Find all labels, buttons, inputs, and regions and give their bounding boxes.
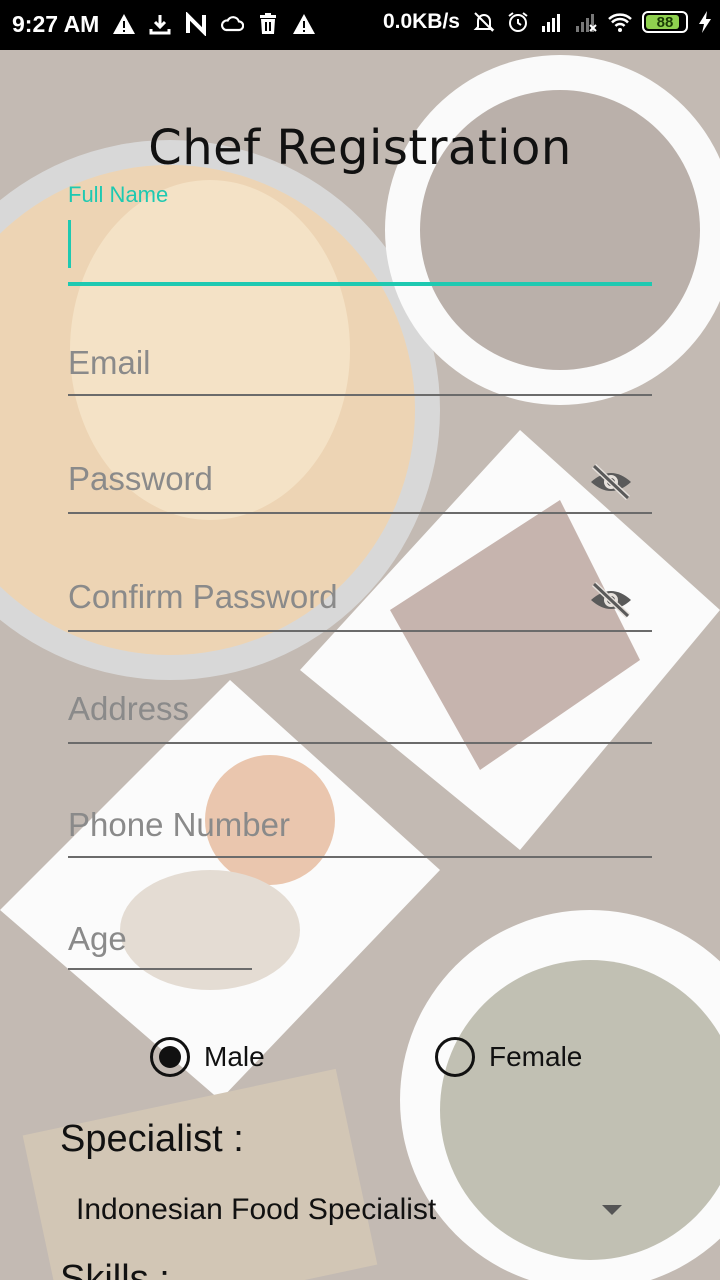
- dropdown-arrow-icon[interactable]: [602, 1205, 622, 1215]
- battery-level: 88: [656, 13, 674, 31]
- status-time: 9:27 AM: [12, 11, 100, 37]
- email-placeholder: Email: [68, 344, 151, 381]
- confirm-password-field[interactable]: Confirm Password: [68, 560, 652, 632]
- address-placeholder: Address: [68, 690, 190, 727]
- radio-female[interactable]: Female: [435, 1037, 582, 1077]
- signal-off-icon: [576, 14, 597, 32]
- n-icon: [186, 12, 206, 36]
- password-placeholder: Password: [68, 460, 213, 497]
- specialist-selected-value: Indonesian Food Specialist: [76, 1193, 437, 1226]
- wifi-icon: [608, 13, 632, 32]
- age-field[interactable]: Age: [68, 900, 252, 970]
- status-bar: 9:27 AM 0.0KB/s 88: [0, 0, 720, 50]
- address-underline: [68, 742, 652, 744]
- female-label: Female: [489, 1041, 583, 1072]
- phone-number-placeholder: Phone Number: [68, 806, 290, 843]
- full-name-underline: [68, 282, 652, 286]
- visibility-off-icon[interactable]: [588, 580, 634, 620]
- password-underline: [68, 512, 652, 514]
- email-field[interactable]: Email: [68, 326, 652, 396]
- full-name-label: Full Name: [68, 182, 169, 207]
- address-field[interactable]: Address: [68, 672, 652, 744]
- system-icons: 0.0KB/s 88: [383, 10, 712, 34]
- radio-button-unchecked[interactable]: [435, 1037, 475, 1077]
- phone-number-field[interactable]: Phone Number: [68, 786, 652, 858]
- cloud-icon: [221, 16, 244, 32]
- warning-icon: [293, 14, 315, 34]
- page-title: Chef Registration: [148, 120, 572, 176]
- trash-icon: [260, 13, 276, 34]
- alarm-icon: [508, 12, 528, 32]
- email-underline: [68, 394, 652, 396]
- age-underline: [68, 968, 252, 970]
- charging-icon: [699, 11, 711, 33]
- full-name-field[interactable]: Full Name: [68, 182, 652, 286]
- download-icon: [149, 15, 171, 35]
- battery-icon: 88: [642, 11, 688, 33]
- bell-off-icon: [473, 12, 495, 32]
- visibility-off-icon[interactable]: [588, 462, 634, 502]
- password-field[interactable]: Password: [68, 442, 652, 514]
- network-speed: 0.0KB/s: [382, 10, 460, 33]
- warning-icon: [113, 14, 135, 34]
- radio-button-checked[interactable]: [150, 1037, 190, 1077]
- registration-form: Chef Registration Full Name Email Passwo…: [0, 50, 720, 1280]
- signal-icon: [542, 14, 560, 32]
- confirm-password-underline: [68, 630, 652, 632]
- phone-number-underline: [68, 856, 652, 858]
- skills-label: Skills :: [60, 1258, 170, 1280]
- notification-icons: [112, 12, 316, 36]
- radio-dot: [159, 1046, 181, 1068]
- confirm-password-placeholder: Confirm Password: [68, 578, 338, 615]
- radio-male[interactable]: Male: [150, 1037, 265, 1077]
- text-cursor: [68, 220, 71, 268]
- specialist-label: Specialist :: [60, 1118, 244, 1160]
- male-label: Male: [204, 1041, 265, 1072]
- age-placeholder: Age: [68, 920, 127, 957]
